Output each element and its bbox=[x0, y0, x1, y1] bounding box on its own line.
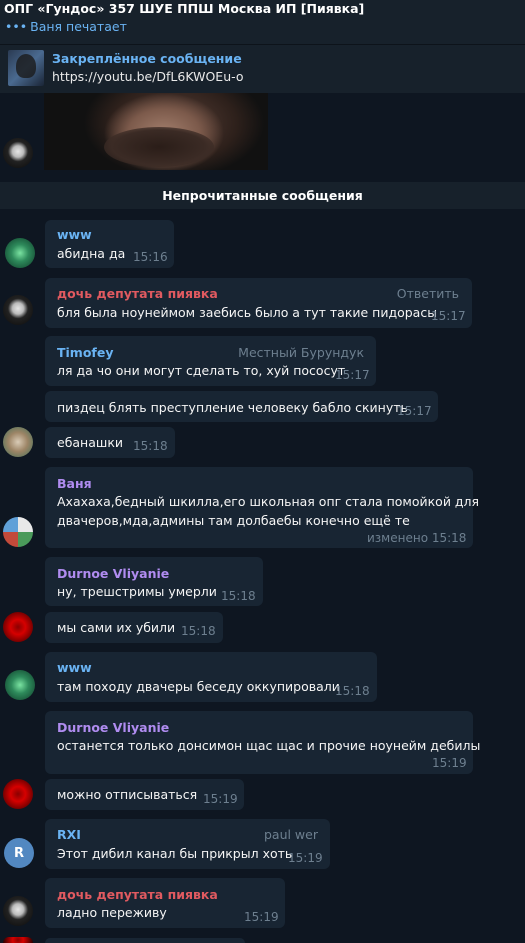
avatar[interactable] bbox=[3, 138, 33, 168]
message-time: 15:16 bbox=[133, 250, 168, 264]
message-time: 15:18 bbox=[335, 684, 370, 698]
message-bubble[interactable]: ебанашки 15:18 bbox=[45, 427, 175, 458]
photo-message[interactable] bbox=[44, 93, 268, 170]
message-text-line-2: двачеров,мда,админы там долбаебы конечно… bbox=[57, 513, 410, 528]
message-bubble[interactable]: можно отписываться 15:19 bbox=[45, 779, 244, 810]
message-text: там походу двачеры беседу оккупировали bbox=[57, 679, 340, 694]
pinned-link[interactable]: https://youtu.be/DfL6KWOEu-o bbox=[52, 69, 244, 84]
message-time: 15:17 bbox=[335, 368, 370, 382]
sender-name[interactable]: Ваня bbox=[57, 476, 92, 491]
message-bubble[interactable]: Durnoe Vliyanie ну, трешстримы умерли 15… bbox=[45, 557, 263, 606]
message-text: Этот дибил канал бы прикрыл хоть bbox=[57, 846, 293, 861]
message-time: 15:19 bbox=[288, 851, 323, 865]
avatar[interactable] bbox=[3, 779, 33, 809]
avatar[interactable] bbox=[5, 238, 35, 268]
sender-title: paul wer bbox=[263, 827, 318, 842]
message-time: 15:17 bbox=[431, 309, 466, 323]
message-bubble[interactable]: RXI paul wer Этот дибил канал бы прикрыл… bbox=[45, 819, 330, 869]
message-time: 15:19 bbox=[432, 756, 467, 770]
chat-title: ОПГ «Гундос» 357 ШУЕ ППШ Москва ИП [Пияв… bbox=[4, 1, 365, 16]
message-bubble[interactable]: www абидна да 15:16 bbox=[45, 220, 174, 268]
message-bubble[interactable]: Durnoe Vliyanie останется только донсимо… bbox=[45, 711, 480, 774]
chat-header[interactable]: ОПГ «Гундос» 357 ШУЕ ППШ Москва ИП [Пияв… bbox=[0, 0, 525, 44]
avatar[interactable] bbox=[3, 896, 33, 926]
sender-name[interactable]: Durnoe Vliyanie bbox=[57, 720, 169, 735]
message-text: ля да чо они могут сделать то, хуй посос… bbox=[57, 363, 346, 378]
message-text: ну, трешстримы умерли bbox=[57, 584, 217, 599]
message-text: мы сами их убили bbox=[57, 620, 176, 635]
avatar[interactable] bbox=[3, 517, 33, 547]
sender-title: Местный Бурундук bbox=[238, 345, 364, 360]
message-bubble[interactable]: пиздец блять преступление человеку бабло… bbox=[45, 391, 438, 422]
message-text: можно отписываться bbox=[57, 787, 198, 802]
message-time: 15:19 bbox=[244, 910, 279, 924]
avatar[interactable]: R bbox=[4, 838, 34, 868]
sender-name[interactable]: Timofey bbox=[57, 345, 114, 360]
typing-dots-icon: ••• bbox=[5, 19, 28, 34]
pinned-message-bar[interactable]: Закреплённое сообщение https://youtu.be/… bbox=[0, 44, 525, 93]
avatar[interactable] bbox=[3, 295, 33, 325]
message-text: пиздец блять преступление человеку бабло… bbox=[57, 400, 408, 415]
message-bubble[interactable]: дочь депутата пиявка Ответить бля была н… bbox=[45, 278, 472, 328]
sender-name[interactable]: RXI bbox=[57, 827, 81, 842]
message-text: останется только донсимон щас щас и проч… bbox=[57, 738, 481, 753]
message-time: 15:19 bbox=[203, 792, 238, 806]
message-bubble[interactable]: мы сами их убили 15:18 bbox=[45, 612, 223, 643]
avatar[interactable] bbox=[3, 612, 33, 642]
message-text: ебанашки bbox=[57, 435, 124, 450]
message-time: 15:18 bbox=[221, 589, 256, 603]
message-text: абидна да bbox=[57, 246, 126, 261]
message-time: изменено 15:18 bbox=[367, 531, 467, 545]
sender-name[interactable]: дочь депутата пиявка bbox=[57, 286, 218, 301]
sender-name[interactable]: дочь депутата пиявка bbox=[57, 887, 218, 902]
message-bubble[interactable]: дочь депутата пиявка ладно переживу 15:1… bbox=[45, 878, 285, 928]
sender-name[interactable]: www bbox=[57, 660, 92, 675]
pinned-label: Закреплённое сообщение bbox=[52, 51, 242, 66]
message-bubble[interactable]: www там походу двачеры беседу оккупирова… bbox=[45, 652, 377, 702]
avatar[interactable] bbox=[3, 937, 33, 943]
sender-name[interactable]: www bbox=[57, 227, 92, 242]
message-time: 15:18 bbox=[133, 439, 168, 453]
unread-divider: Непрочитанные сообщения bbox=[0, 182, 525, 209]
avatar[interactable] bbox=[3, 427, 33, 457]
message-text: ладно переживу bbox=[57, 905, 167, 920]
reply-link[interactable]: Ответить bbox=[397, 286, 459, 301]
message-bubble[interactable]: Timofey Местный Бурундук ля да чо они мо… bbox=[45, 336, 376, 386]
message-text: бля была ноунеймом заебись было а тут та… bbox=[57, 305, 438, 320]
message-time: 15:18 bbox=[181, 624, 216, 638]
sender-name[interactable]: Durnoe Vliyanie bbox=[57, 566, 169, 581]
message-time: 15:17 bbox=[397, 404, 432, 418]
avatar[interactable] bbox=[5, 670, 35, 700]
typing-status: ••• Ваня печатает bbox=[5, 19, 127, 34]
message-text-line-1: Ахахаха,бедный шкилла,его школьная опг с… bbox=[57, 494, 480, 509]
message-bubble[interactable]: Ваня Ахахаха,бедный шкилла,его школьная … bbox=[45, 467, 479, 548]
message-bubble[interactable] bbox=[45, 938, 245, 943]
pinned-thumbnail bbox=[8, 50, 44, 86]
typing-text: Ваня печатает bbox=[30, 19, 127, 34]
